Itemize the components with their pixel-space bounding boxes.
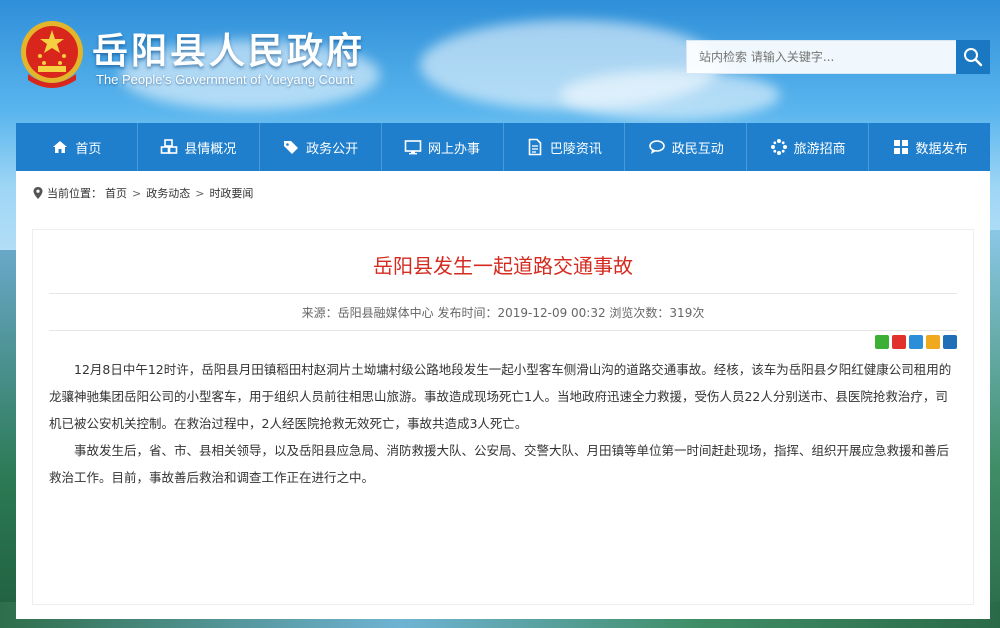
breadcrumb-current-affairs[interactable]: 时政要闻 (209, 185, 253, 201)
share-bar (875, 335, 957, 349)
national-emblem-logo (18, 18, 86, 90)
breadcrumb-home[interactable]: 首页 (105, 185, 127, 201)
location-pin-icon (33, 187, 43, 199)
qzone-share-icon[interactable] (926, 335, 940, 349)
nav-item-data-release[interactable]: 数据发布 (869, 123, 990, 171)
weibo-share-icon[interactable] (892, 335, 906, 349)
breadcrumb-government-news[interactable]: 政务动态 (146, 185, 190, 201)
nav-item-tourism-investment[interactable]: 旅游招商 (747, 123, 870, 171)
cubes-icon (160, 139, 178, 154)
article-meta: 来源：岳阳县融媒体中心 发布时间：2019-12-09 00:32 浏览次数：3… (301, 306, 705, 320)
site-header: 岳阳县人民政府 The People's Government of Yueya… (0, 0, 1000, 122)
search-input[interactable] (686, 40, 956, 74)
renren-share-icon[interactable] (943, 335, 957, 349)
nav-item-baling-news[interactable]: 巴陵资讯 (504, 123, 626, 171)
nav-item-county-overview[interactable]: 县情概况 (138, 123, 260, 171)
nav-item-label: 首页 (75, 141, 102, 157)
site-subtitle: The People's Government of Yueyang Count (96, 72, 354, 87)
document-icon (528, 138, 542, 156)
article-body: 12月8日中午12时许，岳阳县月田镇稻田村赵洞片土坳墉村级公路地段发生一起小型客… (49, 356, 959, 491)
article-paragraph: 12月8日中午12时许，岳阳县月田镇稻田村赵洞片土坳墉村级公路地段发生一起小型客… (49, 362, 952, 431)
nav-item-label: 政民互动 (671, 141, 724, 157)
search-button[interactable] (956, 40, 990, 74)
site-title: 岳阳县人民政府 (92, 30, 366, 72)
article: 岳阳县发生一起道路交通事故 来源：岳阳县融媒体中心 发布时间：2019-12-0… (32, 229, 974, 605)
nav-item-label: 数据发布 (915, 141, 968, 157)
breadcrumb-separator: > (132, 186, 142, 200)
pinwheel-icon (770, 139, 787, 155)
nav-item-public-interaction[interactable]: 政民互动 (625, 123, 748, 171)
breadcrumb-separator: > (195, 186, 205, 200)
grid-icon (893, 140, 908, 154)
search-icon (964, 48, 983, 67)
chat-icon (648, 140, 665, 154)
nav-item-label: 县情概况 (184, 141, 237, 157)
home-icon (53, 141, 68, 153)
nav-item-home[interactable]: 首页 (16, 123, 138, 171)
nav-item-online-services[interactable]: 网上办事 (382, 123, 504, 171)
qq-share-icon[interactable] (909, 335, 923, 349)
divider (49, 293, 957, 294)
content-panel: 当前位置： 首页 > 政务动态 > 时政要闻 岳阳县发生一起道路交通事故 来源：… (16, 171, 990, 619)
nav-item-label: 巴陵资讯 (549, 141, 602, 157)
monitor-icon (404, 140, 422, 155)
nav-item-label: 旅游招商 (793, 141, 846, 157)
breadcrumb: 当前位置： 首页 > 政务动态 > 时政要闻 (32, 185, 253, 201)
breadcrumb-prefix: 当前位置： (47, 187, 102, 200)
article-paragraph: 事故发生后，省、市、县相关领导，以及岳阳县应急局、消防救援大队、公安局、交警大队… (49, 443, 950, 485)
nav-item-label: 政务公开 (306, 141, 359, 157)
divider (49, 330, 957, 331)
tags-icon (284, 141, 299, 154)
nav-item-government-affairs[interactable]: 政务公开 (260, 123, 382, 171)
nav-item-label: 网上办事 (428, 141, 481, 157)
article-title: 岳阳县发生一起道路交通事故 (373, 254, 633, 278)
main-nav: 首页 县情概况 政务公开 网上办事 巴陵资讯 政民互动 旅游招商 数据发布 (16, 123, 990, 171)
wechat-share-icon[interactable] (875, 335, 889, 349)
